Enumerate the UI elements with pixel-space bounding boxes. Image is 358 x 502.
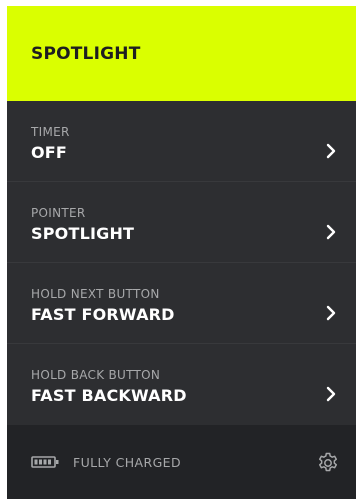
setting-row-pointer[interactable]: POINTER SPOTLIGHT bbox=[7, 182, 356, 263]
settings-list: TIMER OFF POINTER SPOTLIGHT HOLD NEXT BU… bbox=[7, 101, 356, 425]
spotlight-panel: SPOTLIGHT TIMER OFF POINTER SPOTLIGHT HO… bbox=[7, 6, 356, 499]
gear-icon[interactable] bbox=[316, 451, 340, 475]
setting-row-timer[interactable]: TIMER OFF bbox=[7, 101, 356, 182]
setting-label: TIMER bbox=[31, 125, 70, 139]
chevron-right-icon bbox=[326, 386, 336, 402]
setting-value: FAST FORWARD bbox=[31, 305, 175, 324]
setting-value: OFF bbox=[31, 143, 68, 162]
battery-status: FULLY CHARGED bbox=[73, 454, 181, 470]
setting-label: HOLD NEXT BUTTON bbox=[31, 287, 160, 301]
panel-header: SPOTLIGHT bbox=[7, 6, 356, 101]
setting-value: FAST BACKWARD bbox=[31, 386, 187, 405]
chevron-right-icon bbox=[326, 143, 336, 159]
chevron-right-icon bbox=[326, 224, 336, 240]
chevron-right-icon bbox=[326, 305, 336, 321]
setting-label: HOLD BACK BUTTON bbox=[31, 368, 161, 382]
setting-row-hold-back[interactable]: HOLD BACK BUTTON FAST BACKWARD bbox=[7, 344, 356, 425]
status-footer: FULLY CHARGED bbox=[7, 425, 356, 499]
battery-icon bbox=[31, 456, 59, 468]
setting-row-hold-next[interactable]: HOLD NEXT BUTTON FAST FORWARD bbox=[7, 263, 356, 344]
setting-label: POINTER bbox=[31, 206, 86, 220]
page-title: SPOTLIGHT bbox=[31, 43, 141, 64]
setting-value: SPOTLIGHT bbox=[31, 224, 135, 243]
